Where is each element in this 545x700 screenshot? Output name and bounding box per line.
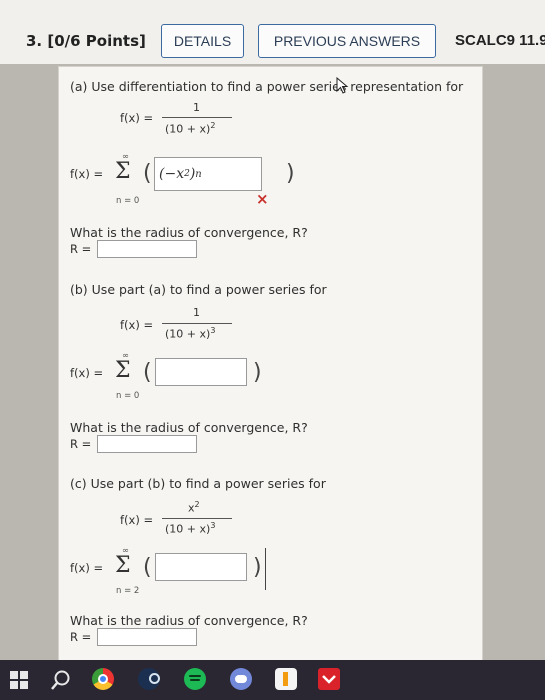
- part-c-radius-label: R =: [70, 630, 92, 644]
- part-a-prompt: (a) Use differentiation to find a power …: [70, 79, 464, 94]
- part-a-sum-lower: n = 0: [116, 196, 140, 206]
- part-a-radius-label: R =: [70, 242, 92, 256]
- app-icon[interactable]: [318, 668, 340, 690]
- part-c-f-label: f(x) =: [120, 513, 154, 527]
- search-icon[interactable]: [50, 669, 72, 691]
- part-b-radius-input[interactable]: [97, 435, 197, 453]
- sigma-icon: Σ: [115, 358, 131, 383]
- part-a-series-label: f(x) =: [70, 167, 104, 181]
- part-c-radius-question: What is the radius of convergence, R?: [70, 613, 308, 628]
- part-b-sum-lower: n = 0: [116, 391, 140, 401]
- part-b-answer-input[interactable]: [155, 358, 247, 386]
- open-paren: (: [143, 360, 152, 385]
- text-caret: [265, 548, 266, 590]
- details-button[interactable]: DETAILS: [161, 24, 244, 58]
- part-a-f-label: f(x) =: [120, 111, 154, 125]
- part-b-fraction-bar: [162, 323, 232, 324]
- part-b-denominator: (10 + x)3: [165, 326, 216, 341]
- close-paren: ): [286, 161, 295, 186]
- discord-icon[interactable]: [230, 668, 252, 690]
- part-c-fraction-bar: [162, 518, 232, 519]
- lunar-client-icon[interactable]: [275, 668, 297, 690]
- part-a-numerator: 1: [193, 101, 200, 114]
- part-c-prompt: (c) Use part (b) to find a power series …: [70, 476, 326, 491]
- part-b-radius-label: R =: [70, 437, 92, 451]
- part-b-numerator: 1: [193, 306, 200, 319]
- part-c-radius-input[interactable]: [97, 628, 197, 646]
- part-b-f-label: f(x) =: [120, 318, 154, 332]
- close-paren: ): [253, 360, 262, 385]
- close-paren: ): [253, 555, 262, 580]
- steam-icon[interactable]: [138, 668, 160, 690]
- incorrect-x-icon: ×: [256, 190, 269, 208]
- question-title: 3. [0/6 Points]: [26, 32, 146, 50]
- spotify-icon[interactable]: [184, 668, 206, 690]
- sigma-icon: Σ: [115, 553, 131, 578]
- part-b-prompt: (b) Use part (a) to find a power series …: [70, 282, 327, 297]
- part-a-radius-question: What is the radius of convergence, R?: [70, 225, 308, 240]
- part-b-series-label: f(x) =: [70, 366, 104, 380]
- part-a-fraction-bar: [162, 117, 232, 118]
- part-c-denominator: (10 + x)3: [165, 521, 216, 536]
- windows-icon[interactable]: [10, 671, 28, 689]
- sigma-icon: Σ: [115, 159, 131, 184]
- taskbar: [0, 660, 545, 700]
- part-c-answer-input[interactable]: [155, 553, 247, 581]
- part-b-radius-question: What is the radius of convergence, R?: [70, 420, 308, 435]
- course-code: SCALC9 11.9: [455, 32, 545, 49]
- part-c-sum-lower: n = 2: [116, 586, 140, 596]
- mouse-cursor-icon: [336, 77, 349, 94]
- part-a-radius-input[interactable]: [97, 240, 197, 258]
- previous-answers-button[interactable]: PREVIOUS ANSWERS: [258, 24, 436, 58]
- part-a-denominator: (10 + x)2: [165, 121, 216, 136]
- open-paren: (: [143, 161, 152, 186]
- part-c-numerator: x2: [188, 500, 200, 515]
- chrome-icon[interactable]: [92, 668, 114, 690]
- open-paren: (: [143, 555, 152, 580]
- part-c-series-label: f(x) =: [70, 561, 104, 575]
- part-a-answer-input[interactable]: (−x 2) n: [154, 157, 262, 191]
- question-header: 3. [0/6 Points] DETAILS PREVIOUS ANSWERS…: [0, 0, 545, 64]
